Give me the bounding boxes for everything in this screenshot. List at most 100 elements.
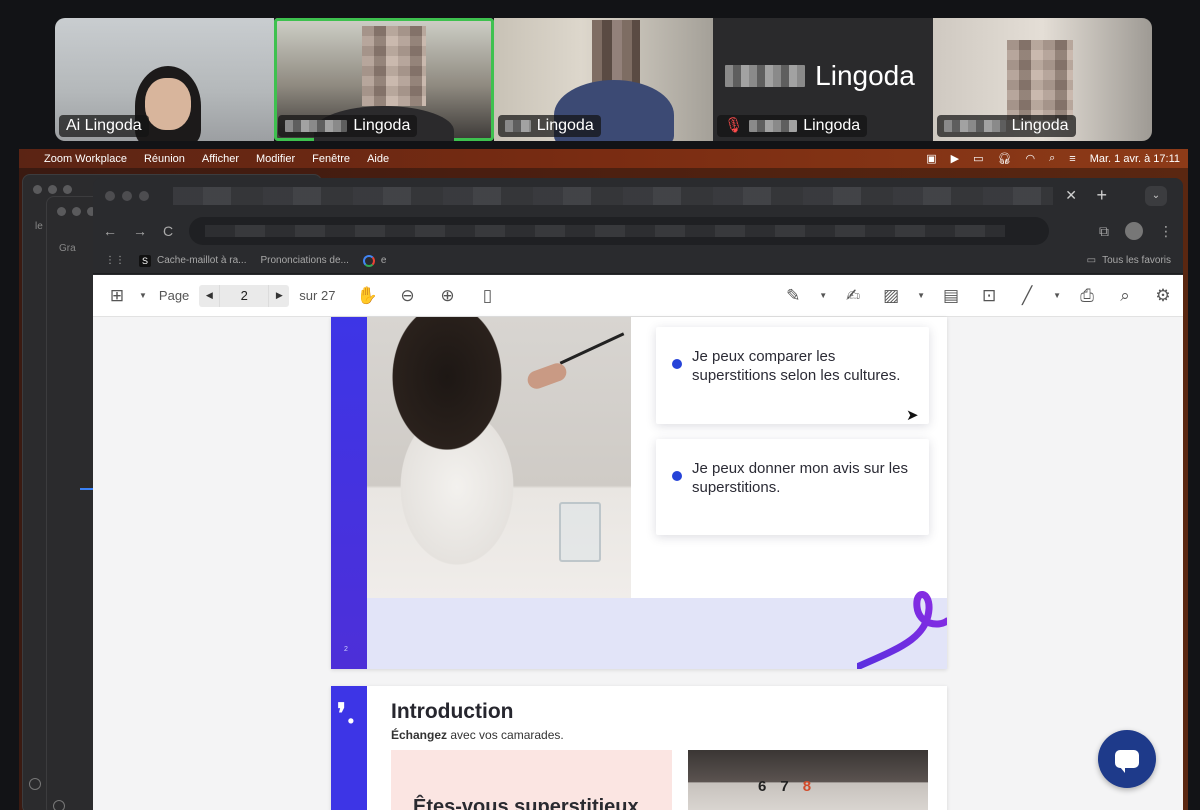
participant-tile[interactable]: Lingoda xyxy=(493,18,714,141)
bookmark-item[interactable]: e xyxy=(362,254,386,267)
pdf-canvas[interactable]: 2 Je peux comparer les superstitions sel… xyxy=(93,317,1183,810)
page-navigation: Page ◀ 2 ▶ sur 27 xyxy=(158,284,335,307)
page-fit-icon[interactable]: ▯ xyxy=(475,284,499,308)
thumbnails-grid-icon[interactable]: ⊞ xyxy=(105,284,129,308)
reload-icon[interactable]: C xyxy=(163,223,173,239)
settings-gear-icon[interactable]: ⚙ xyxy=(1151,284,1175,308)
blurred-face xyxy=(362,26,427,106)
menubar-clock[interactable]: Mar. 1 avr. à 17:11 xyxy=(1090,153,1180,165)
participant-name: Ai Lingoda xyxy=(59,115,149,137)
participant-gallery: Ai Lingoda Lingoda Lingoda Lingoda 🎙︎ Lin… xyxy=(55,18,1152,141)
blurred-tabs[interactable] xyxy=(173,187,1053,205)
wifi-icon[interactable]: ◠ xyxy=(1026,152,1036,165)
participant-tile[interactable]: Lingoda xyxy=(932,18,1152,141)
participant-face xyxy=(145,78,191,130)
zoom-out-icon[interactable]: ⊖ xyxy=(395,284,419,308)
search-icon[interactable]: ⌕ xyxy=(1049,152,1055,165)
background-window-label: le xyxy=(35,221,43,232)
new-tab-icon[interactable]: + xyxy=(1096,185,1107,206)
play-icon[interactable]: ▶ xyxy=(951,152,959,165)
screen-share-icon[interactable]: ▣ xyxy=(926,152,936,165)
previous-page-icon[interactable]: ◀ xyxy=(199,290,219,301)
calendar-photo: 6 7 8 xyxy=(688,750,928,810)
all-bookmarks[interactable]: ▭ Tous les favoris xyxy=(1087,255,1171,266)
profile-avatar[interactable] xyxy=(1125,222,1143,240)
blurred-face xyxy=(1006,40,1073,120)
search-icon[interactable]: ⌕ xyxy=(1113,284,1137,308)
print-icon[interactable]: ⎙ xyxy=(1075,284,1099,308)
objective-text: Je peux donner mon avis sur les supersti… xyxy=(692,460,908,496)
participant-name: Lingoda xyxy=(278,115,418,137)
next-page-icon[interactable]: ▶ xyxy=(269,290,289,301)
blurred-face xyxy=(591,20,640,86)
hand-image xyxy=(525,360,569,392)
participant-name: Lingoda xyxy=(497,115,601,137)
signature-icon[interactable]: ✍ xyxy=(841,284,865,308)
window-control-icon[interactable] xyxy=(53,800,65,810)
folder-icon: ▭ xyxy=(1086,255,1097,266)
highlighter-icon[interactable]: ✎ xyxy=(781,284,805,308)
address-bar[interactable] xyxy=(189,217,1050,245)
chevron-down-icon[interactable]: ▼ xyxy=(139,291,147,300)
participant-tile[interactable]: Lingoda 🎙︎ Lingoda xyxy=(713,18,933,141)
pdf-page: ❜. Introduction Échangez avec vos camara… xyxy=(331,686,947,810)
page-number-input[interactable]: 2 xyxy=(219,284,270,307)
menu-reunion[interactable]: Réunion xyxy=(144,153,185,165)
slide-title: Introduction xyxy=(391,700,514,723)
blurred-name xyxy=(725,65,806,87)
image-icon[interactable]: ▨ xyxy=(879,284,903,308)
mouse-cursor-icon: ➤ xyxy=(906,407,919,424)
blurred-name xyxy=(749,120,798,132)
menu-fenetre[interactable]: Fenêtre xyxy=(312,153,350,165)
participant-tile[interactable]: Ai Lingoda xyxy=(55,18,275,141)
objective-card: Je peux donner mon avis sur les supersti… xyxy=(656,439,929,535)
apps-grid-icon[interactable]: ⋮⋮ xyxy=(105,255,125,266)
question-text: Êtes-vous superstitieux xyxy=(413,796,639,810)
blurred-name xyxy=(943,120,1006,132)
blurred-url xyxy=(205,225,1006,237)
line-tool-icon[interactable]: ╱ xyxy=(1015,284,1039,308)
chat-button[interactable] xyxy=(1098,730,1156,788)
google-icon xyxy=(362,254,375,267)
participant-tile-active-speaker[interactable]: Lingoda xyxy=(274,18,494,141)
forward-icon[interactable]: → xyxy=(133,223,147,239)
window-control-icon[interactable] xyxy=(29,778,41,790)
menu-modifier[interactable]: Modifier xyxy=(256,153,295,165)
chat-bubble-icon xyxy=(1115,750,1139,773)
slide-accent-bar: ❜. xyxy=(331,686,367,810)
menu-app-name[interactable]: Zoom Workplace xyxy=(44,153,127,165)
pdf-toolbar: ⊞ ▼ Page ◀ 2 ▶ sur 27 ✋ ⊖ ⊕ ▯ ✎ ▼ ✍ ▨ ▼ … xyxy=(93,275,1183,317)
tab-strip: ✕ + ⌄ xyxy=(93,178,1183,214)
chevron-down-icon[interactable]: ▼ xyxy=(819,291,827,300)
ribbon-decoration xyxy=(857,591,947,669)
more-menu-icon[interactable]: ⋮ xyxy=(1159,223,1173,240)
tab-search-chevron-icon[interactable]: ⌄ xyxy=(1145,186,1167,206)
divider xyxy=(80,488,94,490)
chevron-down-icon[interactable]: ▼ xyxy=(1053,291,1061,300)
hand-tool-icon[interactable]: ✋ xyxy=(355,284,379,308)
browser-window: ✕ + ⌄ ← → C ⧉ ⋮ ⋮⋮ S Cache-maillot à ra..… xyxy=(93,178,1183,810)
menu-afficher[interactable]: Afficher xyxy=(202,153,239,165)
back-icon[interactable]: ← xyxy=(103,223,117,239)
chevron-down-icon[interactable]: ▼ xyxy=(917,291,925,300)
close-tab-icon[interactable]: ✕ xyxy=(1065,187,1077,204)
headphones-icon[interactable]: 🎧︎ xyxy=(998,152,1012,165)
note-icon[interactable]: ▤ xyxy=(939,284,963,308)
control-center-icon[interactable]: ≡ xyxy=(1069,153,1075,165)
background-window-label: Gra xyxy=(59,243,76,254)
slide-photo xyxy=(367,317,631,598)
page-label: Page xyxy=(158,288,190,303)
objective-card: Je peux comparer les superstitions selon… xyxy=(656,327,929,424)
page-stepper: ◀ 2 ▶ xyxy=(199,284,290,307)
question-box: Êtes-vous superstitieux xyxy=(391,750,672,810)
zoom-in-icon[interactable]: ⊕ xyxy=(435,284,459,308)
window-controls[interactable] xyxy=(105,191,149,201)
bookmark-item[interactable]: Prononciations de... xyxy=(260,255,348,266)
bookmark-item[interactable]: S Cache-maillot à ra... xyxy=(139,254,246,267)
extensions-icon[interactable]: ⧉ xyxy=(1099,223,1109,240)
battery-icon[interactable]: ▭ xyxy=(973,152,983,165)
text-box-icon[interactable]: ⊡ xyxy=(977,284,1001,308)
bookmarks-bar: ⋮⋮ S Cache-maillot à ra... Prononciations… xyxy=(93,248,1183,274)
menu-aide[interactable]: Aide xyxy=(367,153,389,165)
participant-name: 🎙︎ Lingoda xyxy=(717,115,868,137)
